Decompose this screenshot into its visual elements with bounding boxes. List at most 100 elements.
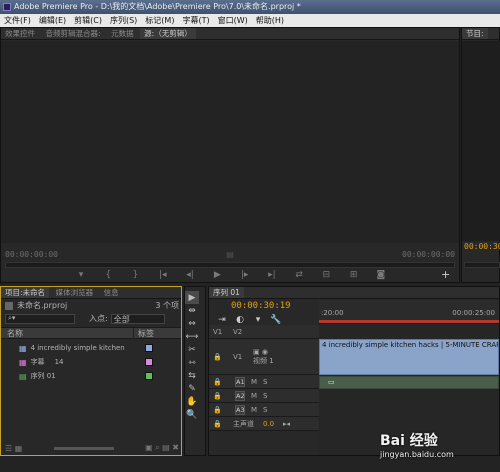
menu-sequence[interactable]: 序列(S) — [106, 14, 141, 27]
hand-tool-icon[interactable]: ✋ — [185, 395, 199, 408]
video-clip[interactable]: 4 incredibly simple kitchen hacks | 5-MI… — [319, 339, 499, 375]
tab-effect-controls[interactable]: 效果控件 — [1, 28, 39, 39]
menu-help[interactable]: 帮助(H) — [252, 14, 288, 27]
link-icon[interactable]: ◐ — [231, 314, 249, 326]
go-to-in-icon[interactable]: |◂ — [153, 269, 173, 281]
window-title-bar: Adobe Premiere Pro - D:\我的文档\Adobe\Premi… — [0, 0, 500, 14]
master-mute-icon[interactable]: ▸◂ — [283, 420, 290, 428]
track-label-a1[interactable]: A1 — [235, 376, 245, 387]
mute-icon[interactable]: M — [251, 392, 257, 400]
tab-sequence[interactable]: 序列 01 — [209, 287, 244, 298]
source-patch-v1[interactable]: V1 — [209, 328, 233, 336]
overwrite-icon[interactable]: ⊟ — [316, 269, 336, 281]
razor-tool-icon[interactable]: ✂ — [185, 343, 199, 356]
menu-file[interactable]: 文件(F) — [0, 14, 35, 27]
master-volume-value[interactable]: 0.0 — [263, 420, 283, 428]
zoom-tool-icon[interactable]: 🔍 — [185, 408, 199, 421]
snap-icon[interactable]: ⇥ — [213, 314, 231, 326]
lock-icon[interactable]: 🔒 — [209, 392, 233, 400]
track-label-v1[interactable]: V1 — [233, 353, 253, 361]
program-monitor-panel: 节目: 00:00:30 — [461, 27, 500, 283]
tab-program[interactable]: 节目: — [462, 28, 488, 39]
list-view-icon[interactable]: ☰ ▦ — [5, 444, 22, 453]
solo-icon[interactable]: S — [263, 392, 267, 400]
timeline-timecode[interactable]: 00:00:30:19 — [231, 301, 291, 311]
label-swatch[interactable] — [144, 344, 153, 352]
source-timecode-out[interactable]: 00:00:00:00 — [402, 250, 455, 259]
project-file-icon — [5, 301, 13, 310]
step-back-icon[interactable]: ◂| — [180, 269, 200, 281]
new-item-icon[interactable]: ▣ ⌕ ▤ ✖ — [145, 443, 179, 453]
lock-icon[interactable]: 🔒 — [209, 353, 233, 361]
ruler-start-label: :20:00 — [321, 309, 344, 317]
project-search-box[interactable]: ⌕▾ — [5, 313, 75, 324]
menu-edit[interactable]: 编辑(E) — [35, 14, 70, 27]
pen-tool-icon[interactable]: ✎ — [185, 382, 199, 395]
slide-tool-icon[interactable]: ⇆ — [185, 369, 199, 382]
selection-tool-icon[interactable]: ▶ — [185, 291, 199, 304]
rolling-edit-tool-icon[interactable]: ⟷ — [185, 330, 199, 343]
export-frame-icon[interactable]: ⊞ — [344, 269, 364, 281]
go-to-out-icon[interactable]: ▸| — [262, 269, 282, 281]
source-scrub-bar[interactable] — [5, 262, 455, 268]
label-swatch[interactable] — [144, 372, 153, 380]
track-select-tool-icon[interactable]: ⇹ — [185, 304, 199, 317]
audio-clip[interactable]: ▭ — [319, 376, 499, 389]
play-icon[interactable]: ▶ — [207, 269, 227, 281]
menu-clip[interactable]: 剪辑(C) — [70, 14, 106, 27]
column-label[interactable]: 标签 — [133, 327, 154, 339]
in-point-select[interactable]: 全部 — [110, 313, 165, 324]
fit-icon[interactable]: ▤ — [226, 250, 234, 259]
time-ruler[interactable]: :20:00 00:00:25:00 — [319, 300, 499, 324]
lock-icon[interactable]: 🔒 — [209, 378, 233, 386]
tab-media-browser[interactable]: 媒体浏览器 — [52, 287, 98, 298]
eye-icon[interactable]: ▣ ◉ — [253, 348, 274, 356]
tab-metadata[interactable]: 元数据 — [107, 28, 138, 39]
tab-audio-clip-mixer[interactable]: 音频剪辑混合器: — [42, 28, 105, 39]
program-scrub-bar[interactable] — [464, 262, 500, 268]
marker-icon[interactable]: ▾ — [71, 269, 91, 281]
mark-in-icon[interactable]: { — [98, 269, 118, 281]
menu-marker[interactable]: 标记(M) — [141, 14, 178, 27]
work-area-bar[interactable] — [319, 320, 499, 323]
in-point-value: 全部 — [113, 314, 130, 324]
zoom-slider[interactable] — [53, 446, 114, 450]
track-label-a3[interactable]: A3 — [235, 404, 245, 415]
track-header-master: 🔒 主声道 0.0 ▸◂ — [209, 417, 319, 431]
project-filename: 未命名.prproj — [17, 301, 68, 310]
project-item[interactable]: ▦ 字幕 14 — [1, 355, 181, 369]
ripple-edit-tool-icon[interactable]: ⇔ — [185, 317, 199, 330]
tab-info[interactable]: 信息 — [100, 287, 123, 298]
track-label-a2[interactable]: A2 — [235, 390, 245, 401]
step-forward-icon[interactable]: |▸ — [235, 269, 255, 281]
window-title: Adobe Premiere Pro - D:\我的文档\Adobe\Premi… — [14, 2, 301, 11]
solo-icon[interactable]: S — [263, 406, 267, 414]
add-button[interactable]: + — [441, 268, 450, 281]
wrench-icon[interactable]: 🔧 — [267, 314, 285, 326]
program-timecode[interactable]: 00:00:30 — [464, 242, 500, 251]
project-info-row: 未命名.prproj 3 个项 — [5, 300, 179, 311]
source-video-area — [1, 41, 459, 243]
column-name[interactable]: 名称 — [1, 328, 133, 339]
slip-tool-icon[interactable]: ⇿ — [185, 356, 199, 369]
label-swatch[interactable] — [144, 358, 153, 366]
track-label-v2[interactable]: V2 — [233, 328, 253, 336]
add-marker-icon[interactable]: ▾ — [249, 314, 267, 326]
lock-icon[interactable]: 🔒 — [209, 420, 233, 428]
solo-icon[interactable]: S — [263, 378, 267, 386]
project-item[interactable]: ▤ 序列 01 — [1, 369, 181, 383]
tab-project[interactable]: 项目:未命名 — [1, 287, 50, 298]
mark-out-icon[interactable]: } — [126, 269, 146, 281]
insert-icon[interactable]: ⇄ — [289, 269, 309, 281]
project-panel: 项目:未命名 媒体浏览器 信息 未命名.prproj 3 个项 ⌕▾ 入点: 全… — [0, 286, 182, 456]
mute-icon[interactable]: M — [251, 406, 257, 414]
camera-icon[interactable]: ◙ — [371, 269, 391, 281]
menu-window[interactable]: 窗口(W) — [214, 14, 252, 27]
lock-icon[interactable]: 🔒 — [209, 406, 233, 414]
tab-source[interactable]: 源:（无剪辑） — [140, 28, 196, 39]
project-item[interactable]: ▦ 4 incredibly simple kitchen — [1, 341, 181, 355]
source-timecode-in[interactable]: 00:00:00:00 — [5, 250, 58, 259]
mute-icon[interactable]: M — [251, 378, 257, 386]
menu-title[interactable]: 字幕(T) — [178, 14, 213, 27]
project-item-count: 3 个项 — [155, 301, 179, 310]
